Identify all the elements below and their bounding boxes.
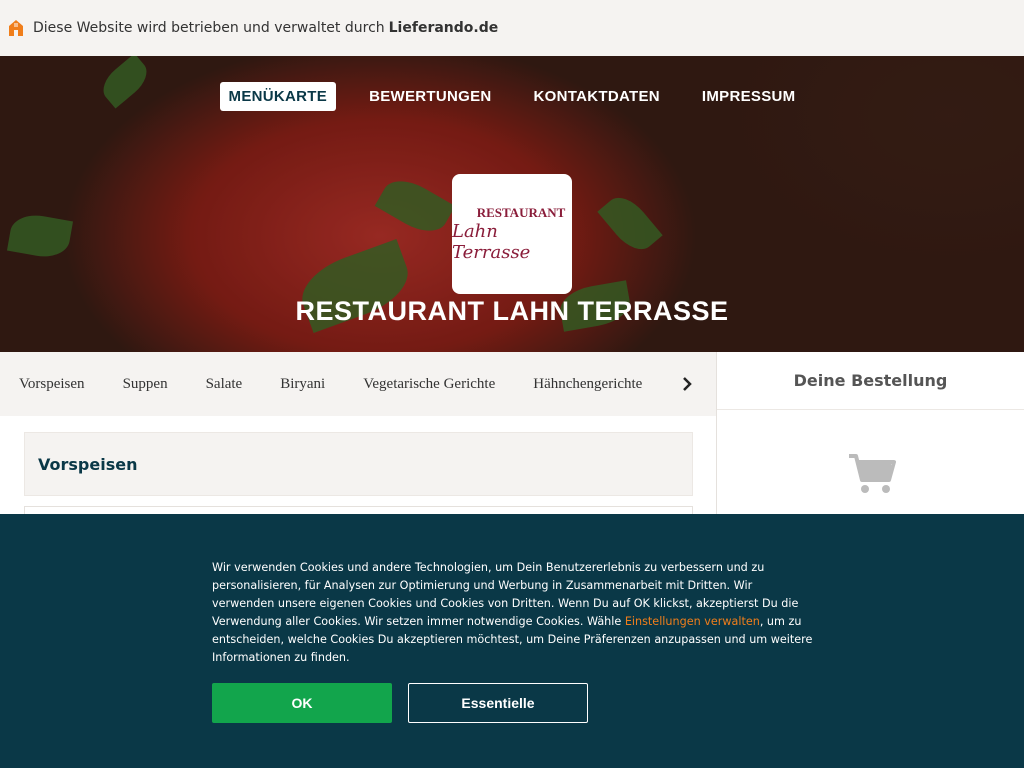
category-haehnchengerichte[interactable]: Hähnchengerichte <box>533 376 642 393</box>
category-vorspeisen[interactable]: Vorspeisen <box>19 376 85 393</box>
chevron-right-icon[interactable] <box>681 376 693 392</box>
lieferando-info-bar: Diese Website wird betrieben und verwalt… <box>0 0 1024 56</box>
nav-menukarte[interactable]: MENÜKARTE <box>219 82 337 111</box>
restaurant-logo: RESTAURANT Lahn Terrasse <box>452 174 572 294</box>
basket-title: Deine Bestellung <box>717 352 1024 410</box>
cookie-ok-button[interactable]: OK <box>212 683 392 723</box>
nav-bewertungen[interactable]: BEWERTUNGEN <box>360 82 500 111</box>
category-suppen[interactable]: Suppen <box>123 376 168 393</box>
restaurant-logo-line1: RESTAURANT <box>476 205 566 220</box>
restaurant-title: RESTAURANT LAHN TERRASSE <box>295 296 729 326</box>
restaurant-logo-line2: Lahn Terrasse <box>452 221 531 263</box>
nav-impressum[interactable]: IMPRESSUM <box>693 82 805 111</box>
category-bar: Vorspeisen Suppen Salate Biryani Vegetar… <box>0 352 716 416</box>
cookie-text: Wir verwenden Cookies und andere Technol… <box>212 559 818 667</box>
cart-icon <box>849 454 896 493</box>
cookie-essential-button[interactable]: Essentielle <box>408 683 588 723</box>
cookie-consent-banner: Wir verwenden Cookies und andere Technol… <box>0 514 1024 768</box>
hero-banner: MENÜKARTE BEWERTUNGEN KONTAKTDATEN IMPRE… <box>0 56 1024 352</box>
category-biryani[interactable]: Biryani <box>280 376 325 393</box>
category-vegetarische-gerichte[interactable]: Vegetarische Gerichte <box>363 376 495 393</box>
cookie-settings-link[interactable]: Einstellungen verwalten <box>625 615 760 628</box>
nav-kontaktdaten[interactable]: KONTAKTDATEN <box>525 82 669 111</box>
top-navigation: MENÜKARTE BEWERTUNGEN KONTAKTDATEN IMPRE… <box>0 82 1024 111</box>
info-bar-brand-link[interactable]: Lieferando.de <box>389 20 499 36</box>
info-bar-text: Diese Website wird betrieben und verwalt… <box>33 20 385 36</box>
lieferando-house-icon <box>9 20 23 36</box>
category-salate[interactable]: Salate <box>206 376 243 393</box>
section-heading: Vorspeisen <box>24 432 693 496</box>
